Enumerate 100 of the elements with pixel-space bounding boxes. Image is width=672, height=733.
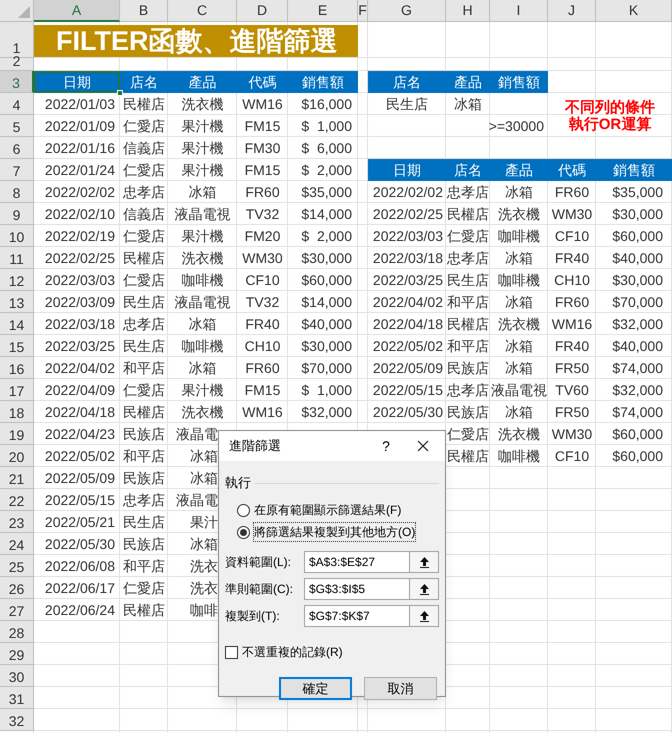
table-cell-text: $74,000 [611, 358, 664, 378]
row-header[interactable]: 6 [0, 137, 34, 159]
row-header[interactable]: 16 [0, 357, 34, 379]
help-button[interactable]: ? [371, 431, 401, 461]
row-header[interactable]: 27 [0, 599, 34, 621]
table-cell-text: 民權店 [122, 248, 166, 268]
table-cell-text: 2022/04/02 [372, 292, 444, 312]
radio-option[interactable]: 在原有範圍顯示篩選結果(F) [237, 501, 439, 519]
fill-handle[interactable] [117, 90, 123, 96]
row-header[interactable]: 20 [0, 445, 34, 467]
table-cell-text: 冰箱 [189, 446, 218, 466]
table-cell-text: 2022/03/03 [44, 270, 116, 290]
row-header[interactable]: 29 [0, 643, 34, 665]
column-header[interactable]: C [168, 0, 237, 22]
range-picker-button[interactable] [410, 551, 439, 573]
column-header[interactable]: E [288, 0, 358, 22]
dialog-button[interactable]: 確定 [279, 677, 352, 700]
radio-button[interactable] [237, 504, 250, 516]
table-cell-text: 2022/02/10 [44, 204, 116, 224]
row-header[interactable]: 7 [0, 159, 34, 181]
table-cell-text: 洗衣 [189, 556, 218, 576]
row-header[interactable]: 24 [0, 533, 34, 555]
column-header[interactable]: J [548, 0, 596, 22]
table-cell-text: 民族店 [446, 358, 490, 378]
row-header[interactable]: 5 [0, 115, 34, 137]
column-header[interactable]: G [368, 0, 446, 22]
row-header[interactable]: 3 [0, 71, 34, 93]
radio-option[interactable]: 將篩選結果複製到其他地方(O) [237, 523, 439, 541]
row-header[interactable]: 28 [0, 621, 34, 643]
column-header[interactable]: F [358, 0, 368, 22]
row-header[interactable]: 14 [0, 313, 34, 335]
range-field[interactable]: $G$3:$I$5 [304, 578, 410, 600]
row-header[interactable]: 32 [0, 709, 34, 731]
table-cell-text: FR60 [244, 358, 281, 378]
column-header[interactable]: H [446, 0, 490, 22]
row-header[interactable]: 9 [0, 203, 34, 225]
row-header[interactable]: 21 [0, 467, 34, 489]
table-cell-text: 果汁機 [180, 226, 224, 246]
table-cell-text: $32,000 [300, 402, 353, 422]
table-cell-text: 咖啡機 [497, 270, 541, 290]
close-icon [417, 440, 429, 452]
table-cell-text: 民族店 [122, 534, 166, 554]
group-label: 執行 [225, 474, 251, 492]
table-cell-text: 果汁 [189, 512, 218, 532]
row-header[interactable]: 19 [0, 423, 34, 445]
row-header[interactable]: 10 [0, 225, 34, 247]
table-cell-text: 信義店 [122, 204, 166, 224]
range-field[interactable]: $G$7:$K$7 [304, 605, 410, 627]
range-field[interactable]: $A$3:$E$27 [304, 551, 410, 573]
row-header[interactable]: 4 [0, 93, 34, 115]
table-cell-text: $16,000 [300, 94, 353, 114]
row-header[interactable]: 23 [0, 511, 34, 533]
row-header[interactable]: 8 [0, 181, 34, 203]
row-header[interactable]: 18 [0, 401, 34, 423]
column-header[interactable]: D [237, 0, 288, 22]
table-cell-text: 液晶電視 [174, 204, 232, 224]
table-cell-text: $ 6,000 [300, 138, 353, 158]
table-cell-text: $60,000 [300, 270, 353, 290]
column-header[interactable]: I [490, 0, 548, 22]
column-header[interactable]: K [596, 0, 672, 22]
range-picker-button[interactable] [410, 605, 439, 627]
table-cell-text: 2022/05/02 [372, 336, 444, 356]
checkbox[interactable] [225, 646, 238, 658]
row-header[interactable]: 31 [0, 687, 34, 709]
table-cell-text: 忠孝店 [122, 490, 166, 510]
table-cell-text: 冰箱 [188, 358, 218, 378]
table-cell-text: 液晶電 [175, 490, 218, 510]
radio-label: 在原有範圍顯示篩選結果(F) [254, 502, 402, 519]
dialog-button[interactable]: 取消 [364, 677, 437, 700]
table-cell-text: 冰箱 [188, 182, 218, 202]
row-header[interactable]: 11 [0, 247, 34, 269]
range-picker-button[interactable] [410, 578, 439, 600]
table-cell-text: 2022/03/25 [44, 336, 116, 356]
table-cell-text: 咖啡機 [497, 446, 541, 466]
row-header[interactable]: 15 [0, 335, 34, 357]
checkbox-option[interactable]: 不選重複的記錄(R) [225, 643, 439, 661]
table-header: 店名 [446, 159, 490, 181]
row-header[interactable]: 30 [0, 665, 34, 687]
table-cell-text: $70,000 [611, 292, 664, 312]
row-header[interactable]: 17 [0, 379, 34, 401]
column-header[interactable]: B [120, 0, 168, 22]
row-header[interactable]: 2 [0, 58, 34, 71]
row-header[interactable]: 26 [0, 577, 34, 599]
table-cell-text: FR60 [554, 182, 590, 202]
column-header[interactable]: A [34, 0, 120, 22]
table-cell-text: FR40 [554, 336, 590, 356]
table-cell-text: 2022/02/25 [372, 204, 444, 224]
table-cell-text: 洗衣機 [497, 204, 541, 224]
table-cell-text: 2022/02/25 [44, 248, 116, 268]
table-cell-text: FM30 [244, 138, 282, 158]
row-header[interactable]: 22 [0, 489, 34, 511]
table-header: 產品 [490, 159, 548, 181]
table-cell-text: $32,000 [611, 314, 664, 334]
table-cell-text: TV60 [554, 380, 590, 400]
row-header[interactable]: 12 [0, 269, 34, 291]
table-cell-text: 咖啡機 [497, 226, 541, 246]
radio-button[interactable] [237, 526, 250, 538]
row-header[interactable]: 13 [0, 291, 34, 313]
table-cell-text: 果汁機 [180, 380, 224, 400]
row-header[interactable]: 25 [0, 555, 34, 577]
